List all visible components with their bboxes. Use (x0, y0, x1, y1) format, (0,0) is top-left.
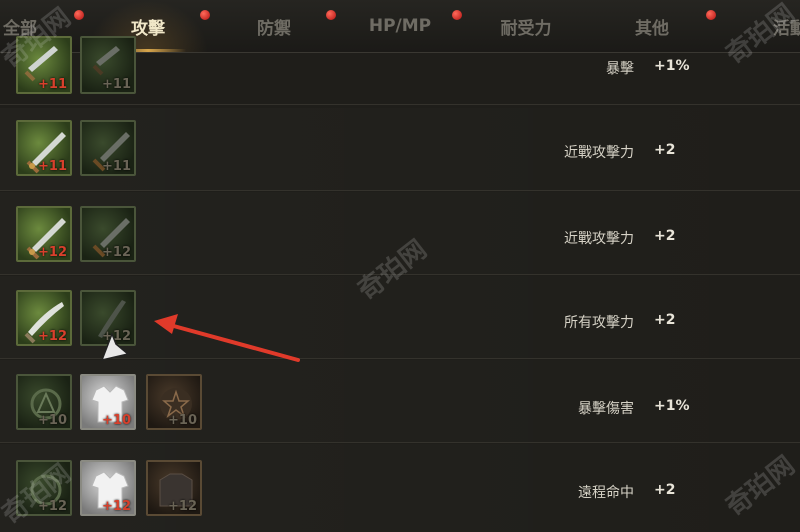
item-level: +11 (102, 77, 131, 92)
item-level: +12 (38, 499, 67, 514)
stat-name: 暴擊傷害 (578, 401, 634, 417)
item-slot[interactable]: +12 (80, 460, 136, 516)
item-slot[interactable]: +11 (16, 36, 72, 94)
item-level: +12 (38, 245, 67, 260)
mouse-cursor-icon (100, 331, 130, 362)
item-level: +11 (38, 159, 67, 174)
item-slot[interactable]: +10 (80, 374, 136, 430)
bonus-row: +12 +12 近戰攻擊力 +2 (0, 192, 800, 275)
notification-dot-icon (326, 10, 336, 20)
item-slot[interactable]: +11 (80, 36, 136, 94)
item-slot[interactable]: +12 (80, 206, 136, 262)
item-level: +12 (38, 329, 67, 344)
stat-value: +1% (654, 58, 690, 74)
notification-dot-icon (74, 10, 84, 20)
notification-dot-icon (200, 10, 210, 20)
item-slot[interactable]: +10 (16, 374, 72, 430)
item-slot[interactable]: +11 (80, 120, 136, 176)
item-slot[interactable]: +10 (146, 374, 202, 430)
stat-name: 近戰攻擊力 (564, 231, 634, 247)
item-level: +12 (102, 499, 131, 514)
stat-name: 所有攻擊力 (564, 315, 634, 331)
bonus-row: +10 +10 +10 暴擊傷害 +1% (0, 360, 800, 443)
stat-value: +2 (654, 482, 676, 498)
item-level: +10 (102, 413, 131, 428)
notification-dot-icon (706, 10, 716, 20)
stat-value: +2 (654, 312, 676, 328)
item-slot[interactable]: +12 (16, 290, 72, 346)
bonus-row: +11 +11 近戰攻擊力 +2 (0, 108, 800, 191)
item-slot[interactable]: +12 (146, 460, 202, 516)
item-level: +12 (168, 499, 197, 514)
stat-name: 近戰攻擊力 (564, 145, 634, 161)
stat-value: +2 (654, 142, 676, 158)
item-slot[interactable]: +11 (16, 120, 72, 176)
bonus-row: +12 +12 +12 遠程命中 +2 (0, 444, 800, 532)
stat-value: +1% (654, 398, 690, 414)
bonus-row: +11 +11 暴擊 +1% (0, 28, 800, 105)
stat-name: 遠程命中 (578, 485, 634, 501)
item-slot[interactable]: +12 (16, 460, 72, 516)
stat-name: 暴擊 (606, 61, 634, 77)
item-level: +11 (102, 159, 131, 174)
item-slot[interactable]: +12 (16, 206, 72, 262)
item-level: +10 (168, 413, 197, 428)
notification-dot-icon (452, 10, 462, 20)
item-level: +10 (38, 413, 67, 428)
item-level: +11 (38, 77, 67, 92)
stat-value: +2 (654, 228, 676, 244)
item-level: +12 (102, 245, 131, 260)
